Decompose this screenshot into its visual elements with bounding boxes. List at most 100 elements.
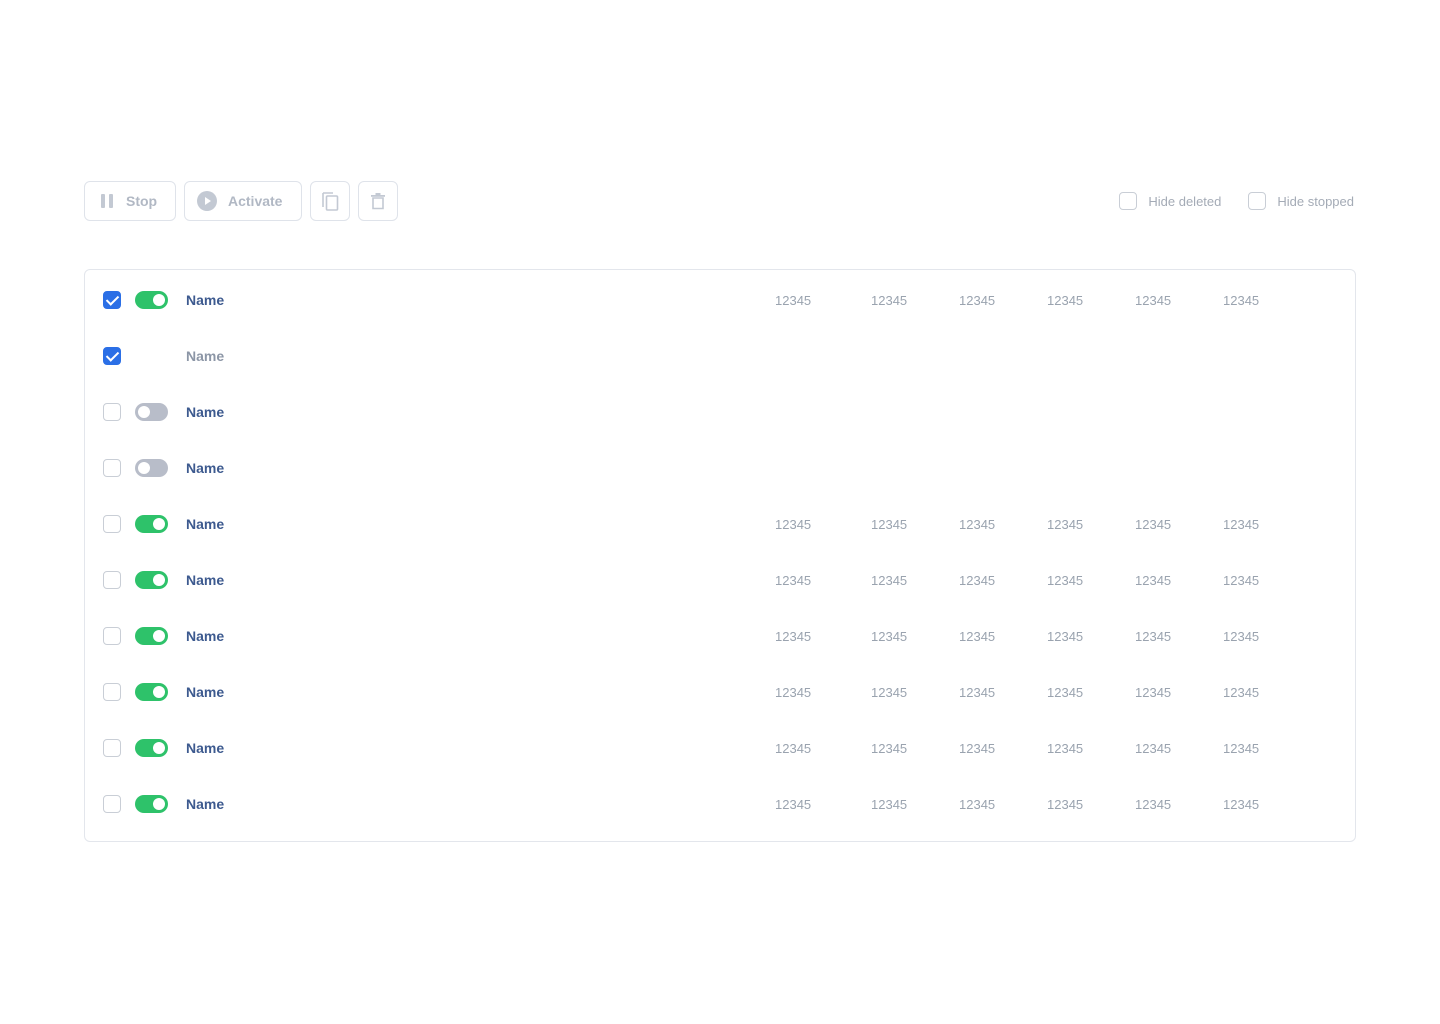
table-row: Name bbox=[85, 384, 1355, 440]
row-value: 12345 bbox=[1135, 629, 1172, 644]
action-buttons: Stop Activate bbox=[84, 181, 398, 221]
row-value: 12345 bbox=[1047, 629, 1084, 644]
row-value: 12345 bbox=[871, 293, 908, 308]
row-name[interactable]: Name bbox=[186, 572, 224, 588]
row-name[interactable]: Name bbox=[186, 628, 224, 644]
row-value: 12345 bbox=[1135, 293, 1172, 308]
row-status-toggle[interactable] bbox=[135, 459, 168, 477]
row-value: 12345 bbox=[959, 741, 996, 756]
row-value: 12345 bbox=[871, 517, 908, 532]
row-name[interactable]: Name bbox=[186, 516, 224, 532]
table-row: Name bbox=[85, 328, 1355, 384]
row-checkbox[interactable] bbox=[103, 515, 121, 533]
row-name[interactable]: Name bbox=[186, 796, 224, 812]
row-value: 12345 bbox=[775, 293, 812, 308]
hide-deleted-label: Hide deleted bbox=[1148, 193, 1222, 209]
row-value: 12345 bbox=[1135, 741, 1172, 756]
row-value: 12345 bbox=[1223, 741, 1260, 756]
activate-button-label: Activate bbox=[228, 193, 283, 209]
trash-icon bbox=[371, 193, 385, 210]
row-value: 12345 bbox=[959, 573, 996, 588]
row-status-toggle[interactable] bbox=[135, 291, 168, 309]
row-value: 12345 bbox=[1047, 517, 1084, 532]
stop-button-label: Stop bbox=[126, 193, 158, 209]
row-value: 12345 bbox=[959, 517, 996, 532]
stop-button[interactable]: Stop bbox=[84, 181, 176, 221]
row-name[interactable]: Name bbox=[186, 684, 224, 700]
copy-icon bbox=[322, 192, 339, 211]
row-name[interactable]: Name bbox=[186, 292, 224, 308]
table-row: Name 12345 12345 12345 12345 12345 12345 bbox=[85, 272, 1355, 328]
row-value: 12345 bbox=[775, 629, 812, 644]
hide-stopped-label: Hide stopped bbox=[1277, 193, 1354, 209]
hide-stopped-checkbox[interactable] bbox=[1248, 192, 1267, 210]
row-status-toggle[interactable] bbox=[135, 571, 168, 589]
row-checkbox[interactable] bbox=[103, 291, 121, 309]
row-value: 12345 bbox=[775, 797, 812, 812]
row-value: 12345 bbox=[871, 685, 908, 700]
row-value: 12345 bbox=[1047, 293, 1084, 308]
row-value: 12345 bbox=[871, 797, 908, 812]
row-status-toggle[interactable] bbox=[135, 515, 168, 533]
row-status-toggle[interactable] bbox=[135, 739, 168, 757]
row-value: 12345 bbox=[871, 629, 908, 644]
duplicate-button[interactable] bbox=[310, 181, 350, 221]
row-value: 12345 bbox=[1047, 573, 1084, 588]
row-status-toggle[interactable] bbox=[135, 403, 168, 421]
row-value: 12345 bbox=[1223, 685, 1260, 700]
hide-stopped-filter[interactable]: Hide stopped bbox=[1248, 192, 1354, 210]
row-value: 12345 bbox=[775, 741, 812, 756]
row-name[interactable]: Name bbox=[186, 348, 224, 364]
delete-button[interactable] bbox=[358, 181, 398, 221]
row-checkbox[interactable] bbox=[103, 795, 121, 813]
row-name[interactable]: Name bbox=[186, 404, 224, 420]
table-row: Name 12345 12345 12345 12345 12345 12345 bbox=[85, 776, 1355, 832]
row-checkbox[interactable] bbox=[103, 459, 121, 477]
row-checkbox[interactable] bbox=[103, 403, 121, 421]
row-name[interactable]: Name bbox=[186, 740, 224, 756]
row-value: 12345 bbox=[775, 685, 812, 700]
row-checkbox[interactable] bbox=[103, 571, 121, 589]
row-value: 12345 bbox=[959, 685, 996, 700]
row-checkbox[interactable] bbox=[103, 739, 121, 757]
table-row: Name 12345 12345 12345 12345 12345 12345 bbox=[85, 496, 1355, 552]
row-value: 12345 bbox=[1223, 797, 1260, 812]
table-row: Name 12345 12345 12345 12345 12345 12345 bbox=[85, 552, 1355, 608]
row-value: 12345 bbox=[1223, 517, 1260, 532]
row-value: 12345 bbox=[1135, 573, 1172, 588]
row-value: 12345 bbox=[1047, 741, 1084, 756]
row-value: 12345 bbox=[1223, 573, 1260, 588]
row-checkbox[interactable] bbox=[103, 627, 121, 645]
row-value: 12345 bbox=[1223, 293, 1260, 308]
items-table: Name 12345 12345 12345 12345 12345 12345 Name Na… bbox=[84, 269, 1356, 842]
row-value: 12345 bbox=[959, 797, 996, 812]
table-row: Name bbox=[85, 440, 1355, 496]
row-value: 12345 bbox=[1135, 685, 1172, 700]
hide-deleted-filter[interactable]: Hide deleted bbox=[1119, 192, 1221, 210]
row-status-toggle[interactable] bbox=[135, 627, 168, 645]
row-value: 12345 bbox=[1135, 797, 1172, 812]
row-value: 12345 bbox=[1047, 797, 1084, 812]
play-icon bbox=[197, 191, 217, 211]
row-checkbox[interactable] bbox=[103, 683, 121, 701]
row-value: 12345 bbox=[775, 517, 812, 532]
row-value: 12345 bbox=[1135, 517, 1172, 532]
row-checkbox[interactable] bbox=[103, 347, 121, 365]
row-status-toggle[interactable] bbox=[135, 683, 168, 701]
row-value: 12345 bbox=[1223, 629, 1260, 644]
row-name[interactable]: Name bbox=[186, 460, 224, 476]
table-row: Name 12345 12345 12345 12345 12345 12345 bbox=[85, 664, 1355, 720]
row-value: 12345 bbox=[871, 741, 908, 756]
row-value: 12345 bbox=[775, 573, 812, 588]
table-row: Name 12345 12345 12345 12345 12345 12345 bbox=[85, 608, 1355, 664]
filters: Hide deleted Hide stopped bbox=[1119, 181, 1354, 221]
row-value: 12345 bbox=[959, 629, 996, 644]
table-row: Name 12345 12345 12345 12345 12345 12345 bbox=[85, 720, 1355, 776]
row-value: 12345 bbox=[871, 573, 908, 588]
row-status-toggle[interactable] bbox=[135, 795, 168, 813]
pause-icon bbox=[101, 194, 113, 208]
hide-deleted-checkbox[interactable] bbox=[1119, 192, 1138, 210]
row-value: 12345 bbox=[959, 293, 996, 308]
activate-button[interactable]: Activate bbox=[184, 181, 302, 221]
toolbar: Stop Activate Hide deleted Hide stopped bbox=[84, 181, 1356, 221]
